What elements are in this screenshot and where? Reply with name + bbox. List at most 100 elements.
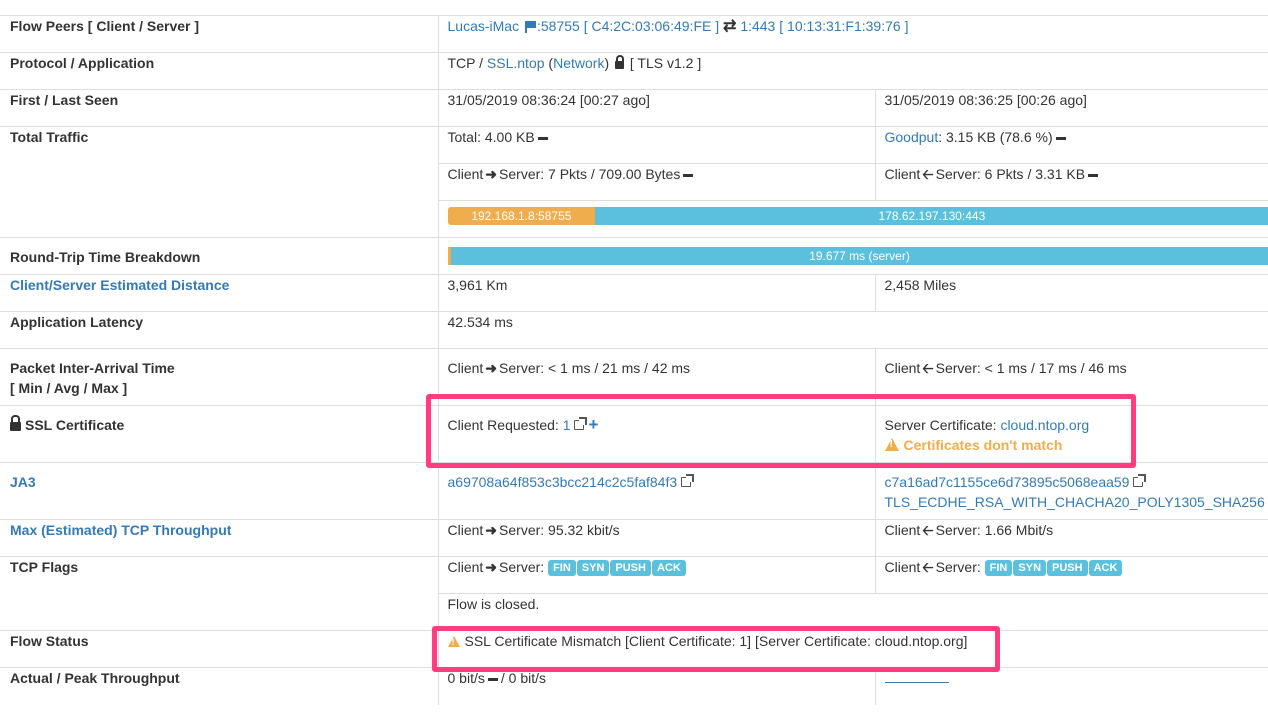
minus-icon	[683, 173, 694, 177]
flag-badge-ack: ACK	[1088, 560, 1123, 577]
client-port-link[interactable]: :58755	[537, 18, 580, 34]
traffic-bar-cell: 192.168.1.8:58755 178.62.197.130:443	[438, 200, 1268, 238]
s2c-flags: Client 🡠 Server: FIN SYN PUSH ACK	[875, 556, 1268, 594]
throughput-sparkline[interactable]	[884, 676, 949, 683]
s2c-throughput: Client 🡠 Server: 1.66 Mbit/s	[875, 519, 1268, 557]
traffic-bar-client: 192.168.1.8:58755	[447, 207, 596, 225]
row-inter-arrival: Packet Inter-Arrival Time [ Min / Avg / …	[0, 348, 1268, 406]
external-link-icon[interactable]	[1133, 474, 1147, 487]
arrow-left-icon: 🡠	[922, 559, 934, 575]
row-ja3: JA3 a69708a64f853c3bcc214c2c5faf84f3 c7a…	[0, 462, 1268, 520]
actual-throughput: 0 bit/s/ 0 bit/s	[438, 667, 876, 705]
ja3-client: a69708a64f853c3bcc214c2c5faf84f3	[438, 462, 876, 520]
s2c-traffic: Client 🡠 Server: 6 Pkts / 3.31 KB	[875, 163, 1268, 201]
app-latency-value: 42.534 ms	[438, 311, 1268, 349]
total-traffic-value: Total: 4.00 KB	[438, 126, 876, 164]
flow-details-table: Flow Peers [ Client / Server ] Lucas-iMa…	[0, 15, 1268, 705]
flag-badge-push: PUSH	[1047, 560, 1088, 577]
arrow-right-icon: ➜	[485, 522, 498, 538]
row-actual-peak: Actual / Peak Throughput 0 bit/s/ 0 bit/…	[0, 667, 1268, 705]
tls-version: [ TLS v1.2 ]	[629, 55, 702, 71]
minus-icon	[1055, 136, 1066, 140]
exchange-icon: ⇄	[723, 18, 737, 35]
client-host-link[interactable]: Lucas-iMac	[448, 18, 520, 34]
ja3-client-hash-link[interactable]: a69708a64f853c3bcc214c2c5faf84f3	[448, 474, 678, 490]
client-mac-link[interactable]: C4:2C:03:06:49:FE	[591, 18, 711, 34]
lock-icon	[10, 415, 21, 431]
c2s-throughput: Client ➜ Server: 95.32 kbit/s	[438, 519, 876, 557]
arrow-left-icon: 🡠	[922, 522, 934, 538]
arrow-right-icon: ➜	[485, 166, 498, 182]
row-label: Protocol / Application	[0, 52, 439, 90]
row-label: Actual / Peak Throughput	[0, 667, 439, 705]
flag-badge-syn: SYN	[1013, 560, 1047, 577]
row-label: Total Traffic	[0, 126, 439, 238]
distance-miles: 2,458 Miles	[875, 274, 1268, 312]
minus-icon	[1088, 173, 1099, 177]
minus-icon	[487, 677, 498, 681]
rtt-bar-server: 19.677 ms (server)	[450, 247, 1268, 265]
row-app-latency: Application Latency 42.534 ms	[0, 311, 1268, 349]
row-ssl-certificate: SSL Certificate Client Requested: 1 + Ser…	[0, 405, 1268, 463]
row-label: Packet Inter-Arrival Time [ Min / Avg / …	[0, 348, 439, 406]
c2s-flags: Client ➜ Server: FIN SYN PUSH ACK	[438, 556, 876, 594]
row-first-last-seen: First / Last Seen 31/05/2019 08:36:24 [0…	[0, 89, 1268, 127]
row-protocol: Protocol / Application TCP / SSL.ntop (N…	[0, 52, 1268, 90]
external-link-icon[interactable]	[574, 417, 588, 430]
arrow-right-icon: ➜	[485, 559, 498, 575]
client-requested: Client Requested: 1 +	[438, 405, 876, 463]
traffic-bar: 192.168.1.8:58755 178.62.197.130:443	[447, 207, 1268, 225]
goodput-link[interactable]: Goodput	[885, 129, 939, 145]
category-link[interactable]: Network	[553, 55, 604, 71]
warning-icon	[884, 438, 899, 451]
client-requested-link[interactable]: 1	[563, 417, 571, 433]
server-cert-link[interactable]: cloud.ntop.org	[1000, 417, 1089, 433]
row-tcp-throughput: Max (Estimated) TCP Throughput Client ➜ Se…	[0, 519, 1268, 557]
row-label: TCP Flags	[0, 556, 439, 631]
ja3-server-hash-link[interactable]: c7a16ad7c1155ce6d73895c5068eaa59	[885, 474, 1130, 490]
last-seen: 31/05/2019 08:36:25 [00:26 ago]	[875, 89, 1268, 127]
row-flow-status: Flow Status SSL Certificate Mismatch [Cl…	[0, 630, 1268, 668]
row-label: JA3	[0, 462, 439, 520]
external-link-icon[interactable]	[681, 474, 695, 487]
row-label: Round-Trip Time Breakdown	[0, 237, 439, 275]
arrow-left-icon: 🡠	[922, 360, 934, 376]
throughput-link[interactable]: Max (Estimated) TCP Throughput	[10, 522, 231, 538]
flag-badge-fin: FIN	[548, 560, 576, 577]
ja3-link[interactable]: JA3	[10, 474, 36, 490]
distance-link[interactable]: Client/Server Estimated Distance	[10, 277, 229, 293]
c2s-iat: Client ➜ Server: < 1 ms / 21 ms / 42 ms	[438, 348, 876, 406]
warning-icon	[447, 636, 460, 648]
row-total-traffic: Total Traffic Total: 4.00 KB Goodput: 3.…	[0, 126, 1268, 238]
s2c-iat: Client 🡠 Server: < 1 ms / 17 ms / 46 ms	[875, 348, 1268, 406]
arrow-right-icon: ➜	[485, 360, 498, 376]
row-label: Client/Server Estimated Distance	[0, 274, 439, 312]
first-seen: 31/05/2019 08:36:24 [00:27 ago]	[438, 89, 876, 127]
ja3-server: c7a16ad7c1155ce6d73895c5068eaa59 TLS_ECD…	[875, 462, 1268, 520]
traffic-bar-server: 178.62.197.130:443	[595, 207, 1268, 225]
server-certificate: Server Certificate: cloud.ntop.org Certi…	[875, 405, 1268, 463]
flow-peers-value: Lucas-iMac :58755 [ C4:2C:03:06:49:FE ] …	[438, 15, 1268, 53]
throughput-chart	[875, 667, 1268, 705]
row-flow-peers: Flow Peers [ Client / Server ] Lucas-iMa…	[0, 15, 1268, 53]
protocol-value: TCP / SSL.ntop (Network) [ TLS v1.2 ]	[438, 52, 1268, 90]
row-label: Flow Peers [ Client / Server ]	[0, 15, 439, 53]
plus-icon[interactable]: +	[588, 415, 598, 434]
app-link[interactable]: SSL.ntop	[487, 55, 545, 71]
distance-km: 3,961 Km	[438, 274, 876, 312]
row-label: Flow Status	[0, 630, 439, 668]
row-distance: Client/Server Estimated Distance 3,961 K…	[0, 274, 1268, 312]
server-mac-link[interactable]: 10:13:31:F1:39:76	[787, 18, 901, 34]
goodput-value: Goodput: 3.15 KB (78.6 %)	[875, 126, 1268, 164]
flow-status-value: SSL Certificate Mismatch [Client Certifi…	[438, 630, 1268, 668]
minus-icon	[537, 136, 548, 140]
row-label: SSL Certificate	[0, 405, 439, 463]
row-tcp-flags: TCP Flags Client ➜ Server: FIN SYN PUSH ACK C…	[0, 556, 1268, 631]
row-rtt: Round-Trip Time Breakdown 19.677 ms (ser…	[0, 237, 1268, 275]
cipher-link[interactable]: TLS_ECDHE_RSA_WITH_CHACHA20_POLY1305_SHA…	[885, 494, 1265, 510]
flow-closed-text: Flow is closed.	[438, 593, 1268, 631]
flag-badge-fin: FIN	[984, 560, 1013, 577]
server-port-link[interactable]: 1:443	[740, 18, 775, 34]
flag-badge-ack: ACK	[651, 560, 686, 577]
rtt-bar: 19.677 ms (server)	[447, 247, 1268, 265]
